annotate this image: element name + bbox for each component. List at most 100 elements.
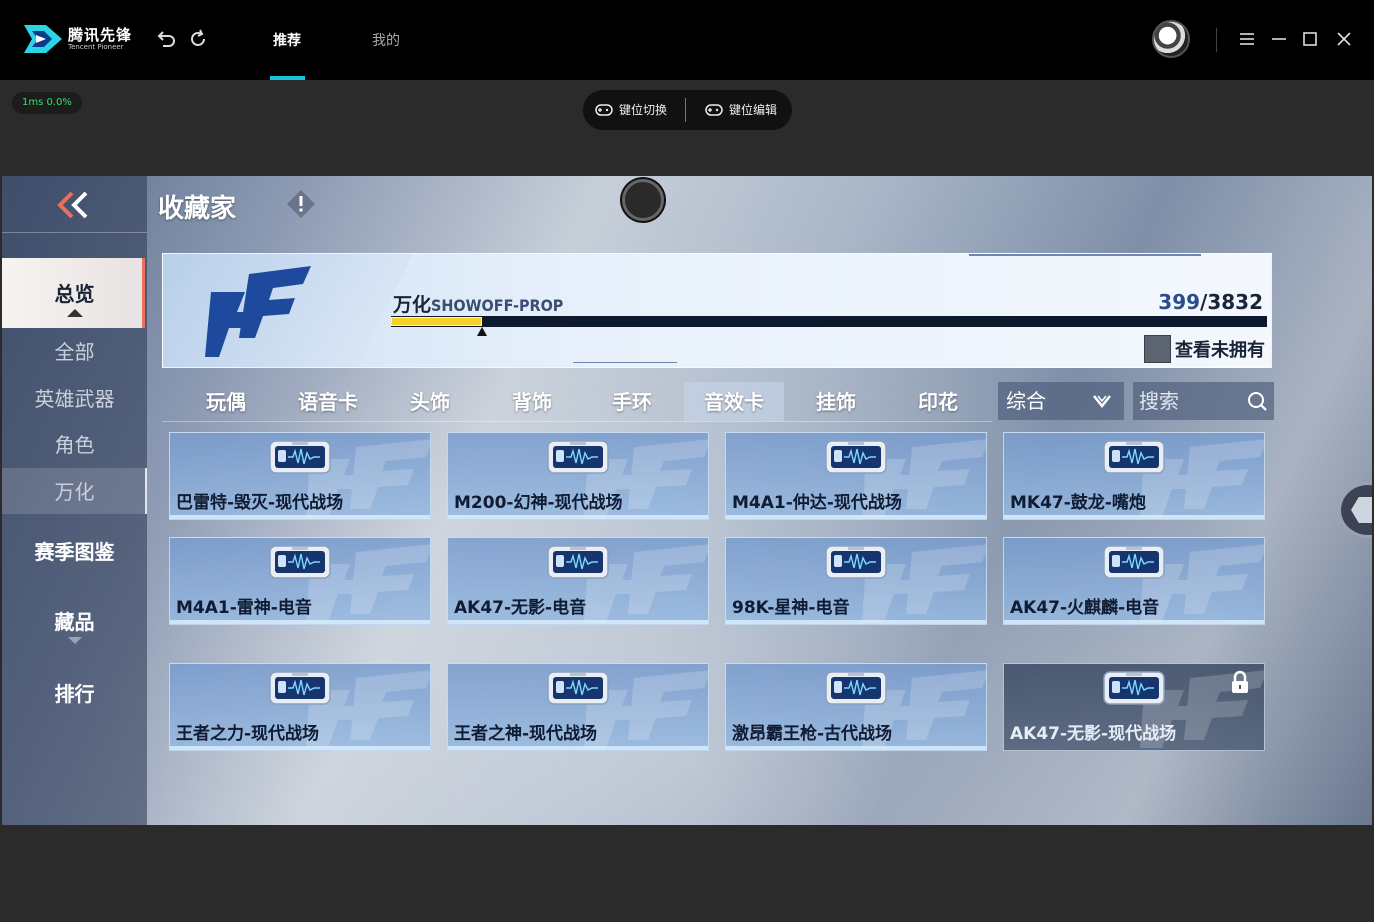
tab-recommend[interactable]: 推荐 <box>273 30 301 50</box>
card-glow <box>170 746 430 750</box>
tab-category[interactable]: 头饰 <box>380 382 480 421</box>
progress-count: 399/3832 <box>1158 290 1263 314</box>
sort-value: 综合 <box>1006 389 1046 413</box>
sound-card-icon <box>1103 545 1165 579</box>
sound-card-label: AK47-火麒麟-电音 <box>1010 598 1160 618</box>
show-unowned-label: 查看未拥有 <box>1175 340 1265 361</box>
sound-card-item[interactable]: M4A1-仲达-现代战场 <box>725 432 987 520</box>
sidebar-item-label: 藏品 <box>54 610 95 634</box>
divider <box>2 232 147 233</box>
close-icon[interactable] <box>1334 28 1354 50</box>
sound-card-item[interactable]: AK47-火麒麟-电音 <box>1003 537 1265 625</box>
sound-card-item[interactable]: 98K-星神-电音 <box>725 537 987 625</box>
sound-card-item[interactable]: 王者之力-现代战场 <box>169 663 431 751</box>
undo-icon[interactable] <box>155 28 177 50</box>
sidebar-item-collection[interactable]: 藏品 <box>2 606 147 644</box>
minimize-icon[interactable] <box>1269 28 1289 50</box>
tab-category[interactable]: 挂饰 <box>786 382 886 421</box>
sidebar-item-wanhua[interactable]: 万化 <box>2 476 147 505</box>
title-bar: 腾讯先锋 Tencent Pioneer 推荐 我的 <box>0 0 1374 80</box>
key-switch-label: 键位切换 <box>619 103 668 117</box>
info-icon[interactable] <box>286 189 316 219</box>
progress-fill <box>391 317 482 326</box>
search-placeholder: 搜索 <box>1139 389 1179 413</box>
progress-current: 399 <box>1158 290 1201 314</box>
sound-card-item[interactable]: 激昂霸王枪-古代战场 <box>725 663 987 751</box>
lock-icon <box>1232 670 1248 693</box>
decor-line <box>573 362 677 363</box>
sort-dropdown[interactable]: 综合 <box>998 382 1124 420</box>
sidebar-item-overview[interactable]: 总览 <box>2 278 147 317</box>
progress-bar <box>391 316 1267 327</box>
sound-card-label: 王者之神-现代战场 <box>454 724 598 744</box>
page-title: 收藏家 <box>158 194 237 224</box>
sound-card-label: MK47-鼓龙-嘴炮 <box>1010 493 1146 513</box>
menu-icon[interactable] <box>1237 28 1257 50</box>
sound-card-icon <box>547 440 609 474</box>
chevron-down-icon <box>1093 395 1111 409</box>
item-grid: 巴雷特-毁灭-现代战场 M200-幻神-现代战场 M4A1-仲达-现代战场 MK47-… <box>169 432 1269 776</box>
sound-card-icon <box>269 440 331 474</box>
tab-category[interactable]: 玩偶 <box>176 382 276 421</box>
maximize-icon[interactable] <box>1300 28 1320 50</box>
game-viewport[interactable]: 总览 全部 英雄武器 角色 万化 赛季图鉴 藏品 排行 收藏家 万化SHOWOF… <box>2 176 1372 825</box>
key-mapping-bar: 键位切换 键位编辑 <box>583 90 792 130</box>
category-tabs: 玩偶 语音卡 头饰 背饰 手环 音效卡 挂饰 印花 <box>162 382 992 422</box>
tab-category[interactable]: 语音卡 <box>278 382 378 421</box>
sound-card-item[interactable]: 王者之神-现代战场 <box>447 663 709 751</box>
tab-category[interactable]: 背饰 <box>482 382 582 421</box>
card-glow <box>1004 515 1264 519</box>
sound-card-item[interactable]: M200-幻神-现代战场 <box>447 432 709 520</box>
search-icon <box>1248 392 1267 411</box>
sound-card-icon <box>825 671 887 705</box>
sound-card-item[interactable]: MK47-鼓龙-嘴炮 <box>1003 432 1265 520</box>
back-icon[interactable] <box>54 190 94 220</box>
tab-mine[interactable]: 我的 <box>372 30 400 50</box>
collapse-icon <box>66 309 83 317</box>
latency-badge: 1ms 0.0% <box>12 92 82 114</box>
card-glow <box>726 515 986 519</box>
sound-card-item[interactable]: M4A1-雷神-电音 <box>169 537 431 625</box>
sound-card-icon <box>269 545 331 579</box>
sound-card-label: AK47-无影-电音 <box>454 598 587 618</box>
sound-card-label: 王者之力-现代战场 <box>176 724 320 744</box>
sound-card-label: M4A1-仲达-现代战场 <box>732 493 902 513</box>
sidebar-item-hero-weapons[interactable]: 英雄武器 <box>2 383 147 412</box>
gamepad-icon <box>595 103 613 116</box>
tab-category[interactable]: 印花 <box>888 382 988 421</box>
sidebar-item-season-atlas[interactable]: 赛季图鉴 <box>2 536 147 565</box>
card-glow <box>170 620 430 624</box>
key-edit-button[interactable]: 键位编辑 <box>705 101 777 118</box>
sidebar: 总览 全部 英雄武器 角色 万化 赛季图鉴 藏品 排行 <box>2 176 147 825</box>
refresh-icon[interactable] <box>187 28 209 50</box>
category-label-cn: 万化 <box>393 294 432 316</box>
sidebar-item-all[interactable]: 全部 <box>2 336 147 365</box>
sound-card-item[interactable]: AK47-无影-现代战场 <box>1003 663 1265 751</box>
progress-total: /3832 <box>1200 290 1263 314</box>
sound-card-icon <box>825 545 887 579</box>
search-input[interactable]: 搜索 <box>1133 382 1274 420</box>
card-glow <box>448 746 708 750</box>
logo-icon <box>24 25 62 53</box>
expand-icon <box>67 637 82 644</box>
sound-card-icon <box>1103 440 1165 474</box>
sound-card-label: 激昂霸王枪-古代战场 <box>732 724 893 744</box>
checkbox[interactable] <box>1144 335 1171 363</box>
sound-card-icon <box>547 671 609 705</box>
sound-card-item[interactable]: AK47-无影-电音 <box>447 537 709 625</box>
sidebar-item-ranking[interactable]: 排行 <box>2 678 147 707</box>
key-switch-button[interactable]: 键位切换 <box>595 101 667 118</box>
sidebar-item-roles[interactable]: 角色 <box>2 429 147 458</box>
card-glow <box>1004 620 1264 624</box>
tab-category[interactable]: 音效卡 <box>684 382 784 421</box>
show-unowned-toggle[interactable]: 查看未拥有 <box>1144 335 1265 363</box>
avatar[interactable] <box>1152 20 1190 58</box>
sound-card-item[interactable]: 巴雷特-毁灭-现代战场 <box>169 432 431 520</box>
divider <box>685 98 686 122</box>
progress-banner: 万化SHOWOFF-PROP 399/3832 查看未拥有 <box>162 253 1272 368</box>
progress-marker <box>477 327 487 336</box>
sound-card-label: AK47-无影-现代战场 <box>1010 724 1177 744</box>
card-glow <box>448 620 708 624</box>
record-button[interactable] <box>622 179 664 221</box>
tab-category[interactable]: 手环 <box>582 382 682 421</box>
